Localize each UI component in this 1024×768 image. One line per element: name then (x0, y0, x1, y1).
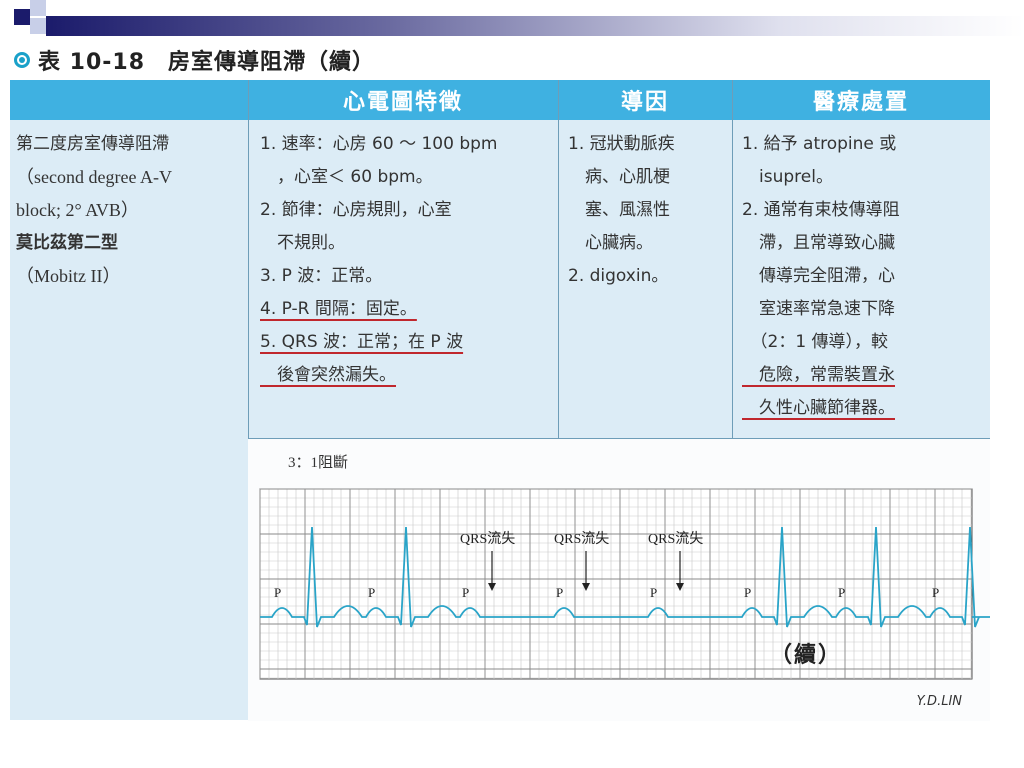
decor-square (30, 18, 46, 34)
header-causes: 導因 (558, 80, 732, 120)
bullseye-icon (14, 52, 30, 68)
ecg-feature-line: 3. P 波：正常。 (260, 266, 383, 286)
ecg-feature-line: 4. P-R 間隔：固定。 (260, 299, 417, 319)
cause-line: 塞、風濕性 (568, 200, 670, 220)
header-bar (0, 0, 1024, 38)
decor-square (30, 0, 46, 16)
p-wave-label: P (462, 585, 469, 600)
condition-name-abbr: block; 2° AVB） (16, 200, 139, 220)
p-wave-label: P (556, 585, 563, 600)
treatment-line: 室速率常急速下降 (742, 299, 895, 319)
treatment-line: （2：1 傳導），較 (742, 332, 889, 352)
decor-gradient-bar (46, 16, 1024, 36)
p-wave-label: P (650, 585, 657, 600)
condition-name-en: （second degree A-V (16, 167, 172, 187)
ecg-strip-panel: 3：1阻斷 P P P P P P P P QRS流失 QRS流失 QRS流失 （續） Y.D.LI… (248, 438, 990, 721)
author-signature: Y.D.LIN (916, 694, 962, 709)
header-empty-cell (10, 80, 248, 120)
ecg-grid-border (259, 488, 973, 680)
cause-line: 心臟病。 (568, 233, 653, 253)
ecg-feature-line: 2. 節律：心房規則，心室 (260, 200, 452, 220)
treatment-line: 危險，常需裝置永 (742, 365, 895, 385)
title-text: 表 10-18 房室傳導阻滯（續） (38, 50, 376, 75)
ecg-strip-svg: P P P P P P P P QRS流失 QRS流失 QRS流失 (259, 488, 990, 680)
decor-square (14, 9, 30, 25)
treatment-line: 傳導完全阻滯，心 (742, 266, 895, 286)
condition-subtype-zh: 莫比茲第二型 (16, 233, 118, 253)
cause-line: 1. 冠狀動脈疾 (568, 134, 675, 154)
treatment-cell: 1. 給予 atropine 或 isuprel。 2. 通常有束枝傳導阻 滯，… (742, 128, 986, 425)
causes-cell: 1. 冠狀動脈疾 病、心肌梗 塞、風濕性 心臟病。 2. digoxin。 (568, 128, 730, 293)
ecg-features-cell: 1. 速率：心房 60 ～ 100 bpm ，心室＜ 60 bpm。 2. 節律… (260, 128, 556, 392)
p-wave-label: P (838, 585, 845, 600)
treatment-line: 久性心臟節律器。 (742, 398, 895, 418)
header-ecg-features: 心電圖特徵 (248, 80, 558, 120)
ecg-feature-line: 不規則。 (260, 233, 345, 253)
condition-subtype-en: （Mobitz II） (16, 266, 121, 286)
condition-name-cell: 第二度房室傳導阻滯 （second degree A-V block; 2° A… (16, 128, 244, 293)
cause-line: 病、心肌梗 (568, 167, 670, 187)
treatment-line: 滯，且常導致心臟 (742, 233, 895, 253)
column-divider (558, 80, 559, 438)
treatment-line: 1. 給予 atropine 或 (742, 134, 897, 154)
ecg-feature-line: 後會突然漏失。 (260, 365, 396, 385)
condition-name-zh: 第二度房室傳導阻滯 (16, 134, 169, 154)
header-treatment: 醫療處置 (732, 80, 990, 120)
ecg-feature-line: 5. QRS 波：正常；在 P 波 (260, 332, 464, 352)
slide-title: 表 10-18 房室傳導阻滯（續） (14, 44, 375, 76)
cause-line: 2. digoxin。 (568, 266, 669, 286)
content-table: 心電圖特徵 導因 醫療處置 第二度房室傳導阻滯 （second degree A… (10, 80, 990, 721)
p-wave-label: P (368, 585, 375, 600)
p-wave-label: P (274, 585, 281, 600)
p-wave-label: P (932, 585, 939, 600)
qrs-dropped-label: QRS流失 (460, 531, 515, 547)
treatment-line: isuprel。 (742, 167, 833, 187)
ecg-feature-line: 1. 速率：心房 60 ～ 100 bpm (260, 134, 498, 154)
qrs-dropped-label: QRS流失 (648, 531, 703, 547)
ecg-feature-line: ，心室＜ 60 bpm。 (260, 167, 433, 187)
column-divider (732, 80, 733, 438)
continued-label: （續） (770, 643, 843, 668)
treatment-line: 2. 通常有束枝傳導阻 (742, 200, 900, 220)
p-wave-label: P (744, 585, 751, 600)
qrs-dropped-label: QRS流失 (554, 531, 609, 547)
